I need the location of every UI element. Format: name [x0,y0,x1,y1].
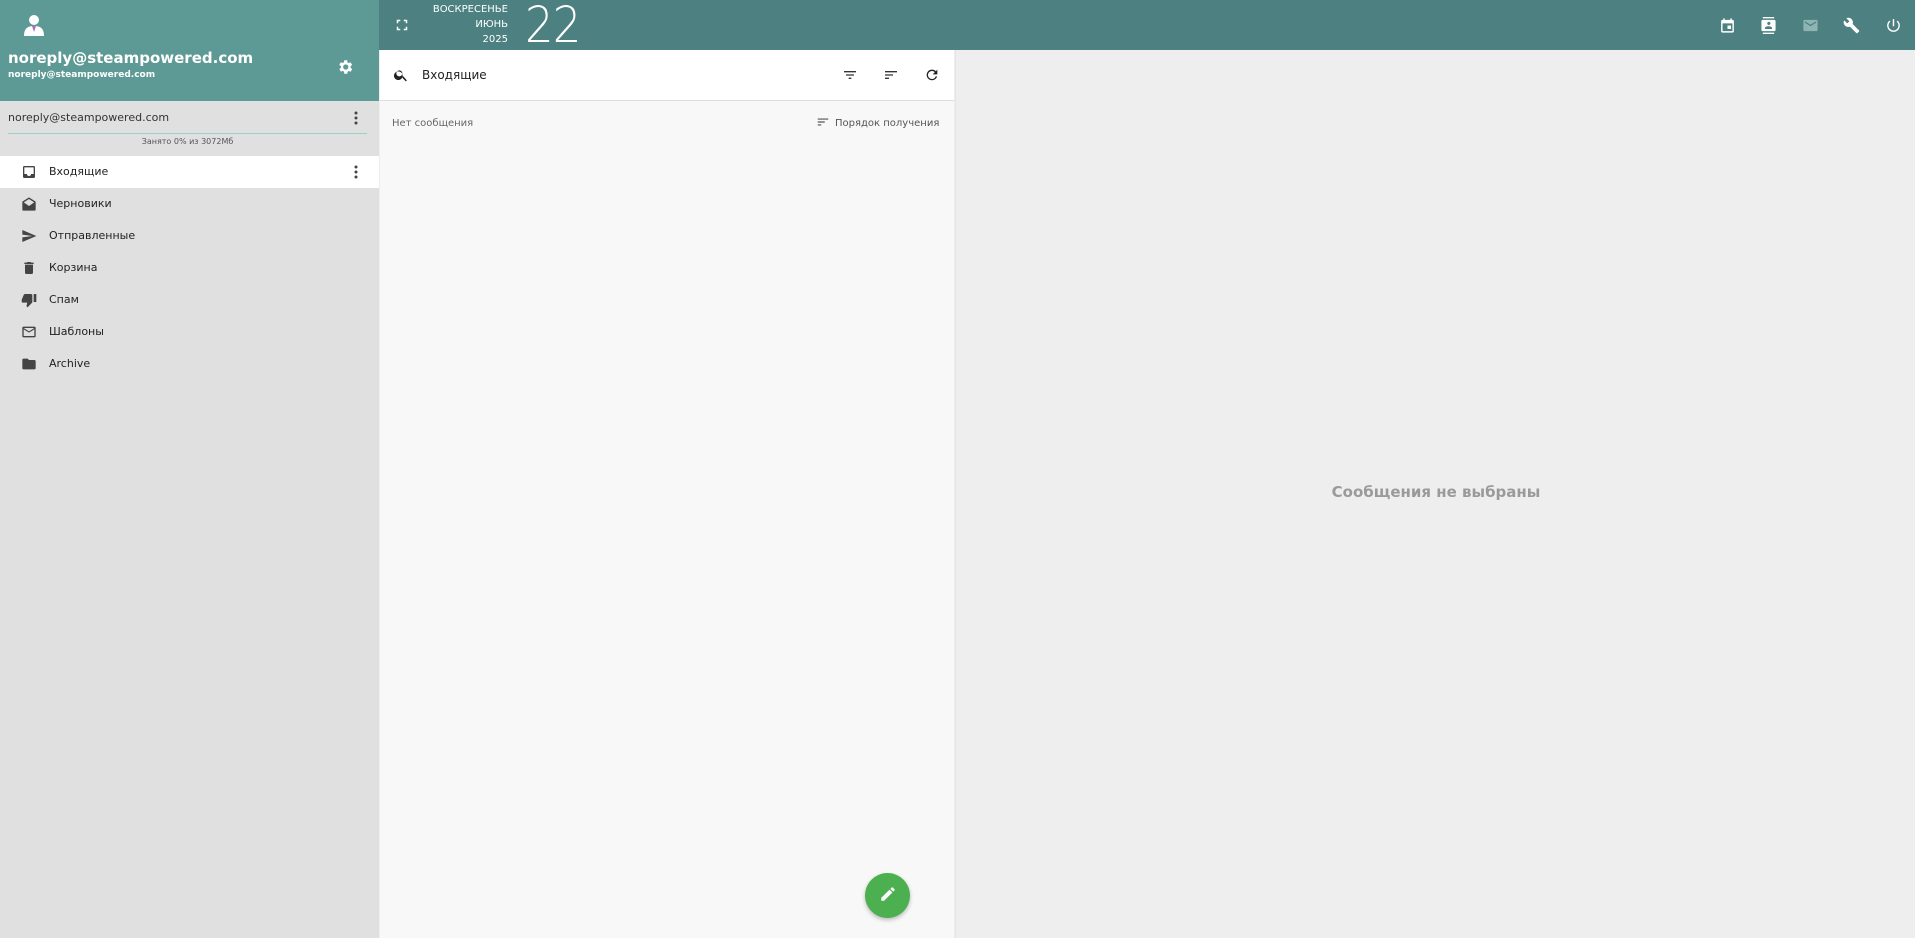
search-icon[interactable] [392,66,410,84]
folder-label: Archive [49,357,91,370]
folder-label: Черновики [49,197,112,210]
folder-item-spam[interactable]: Спам [0,284,379,316]
avatar-icon[interactable] [22,13,46,37]
filter-icon[interactable] [840,65,860,85]
date-year: 2025 [482,34,508,45]
inbox-icon [20,163,38,181]
sort-order-button[interactable]: Порядок получения [816,115,939,131]
thumb-down-icon [20,291,38,309]
account-more-icon[interactable] [346,108,366,128]
wrench-icon[interactable] [1840,14,1862,36]
date-day: 22 [525,0,581,54]
sidebar-header: noreply@steampowered.com noreply@steampo… [0,0,379,101]
message-list-pane: Нет сообщения Порядок получения [380,50,954,938]
top-bar: ВОСКРЕСЕНЬЕ ИЮНЬ 2025 22 [379,0,1915,54]
folder-item-archive[interactable]: Archive [0,348,379,380]
compose-button[interactable] [865,873,910,918]
mail-icon [20,323,38,341]
power-icon[interactable] [1882,14,1904,36]
send-icon [20,227,38,245]
search-input[interactable] [422,64,782,86]
folder-icon [20,355,38,373]
date-weekday: ВОСКРЕСЕНЬЕ [432,4,508,15]
contacts-icon[interactable] [1757,14,1779,36]
folder-list: Входящие Черновики Отправленные Корзина [0,156,379,380]
pencil-icon [879,885,897,907]
sort-lines-icon [816,114,830,133]
account-label: noreply@steampowered.com [8,111,170,124]
folder-item-inbox[interactable]: Входящие [0,156,379,188]
calendar-icon[interactable] [1716,14,1738,36]
folder-item-trash[interactable]: Корзина [0,252,379,284]
refresh-icon[interactable] [922,65,942,85]
quota-text: Занято 0% из 3072Мб [141,137,234,146]
user-email: noreply@steampowered.com [8,70,156,80]
settings-gear-icon[interactable] [333,55,357,79]
sidebar: noreply@steampowered.com noreply@steampo… [0,0,379,938]
user-name: noreply@steampowered.com [8,49,254,67]
date-text: ВОСКРЕСЕНЬЕ ИЮНЬ 2025 [419,2,508,47]
folder-item-sent[interactable]: Отправленные [0,220,379,252]
folder-label: Шаблоны [49,325,104,338]
sort-icon[interactable] [881,65,901,85]
sort-order-label: Порядок получения [835,117,940,129]
folder-label: Корзина [49,261,98,274]
trash-icon [20,259,38,277]
drafts-icon [20,195,38,213]
folder-label: Входящие [49,165,109,178]
date-month: ИЮНЬ [475,19,508,30]
account-row[interactable]: noreply@steampowered.com [0,101,379,134]
folder-item-templates[interactable]: Шаблоны [0,316,379,348]
mail-disabled-icon[interactable] [1799,14,1821,36]
folder-label: Отправленные [49,229,136,242]
folder-item-drafts[interactable]: Черновики [0,188,379,220]
quota-bar [8,133,367,134]
preview-pane: Сообщения не выбраны [955,50,1915,938]
folder-more-icon[interactable] [346,162,366,182]
fullscreen-icon[interactable] [393,16,411,34]
empty-list-text: Нет сообщения [392,118,474,129]
no-selection-text: Сообщения не выбраны [1331,483,1541,501]
folder-label: Спам [49,293,79,306]
search-bar [380,50,954,101]
